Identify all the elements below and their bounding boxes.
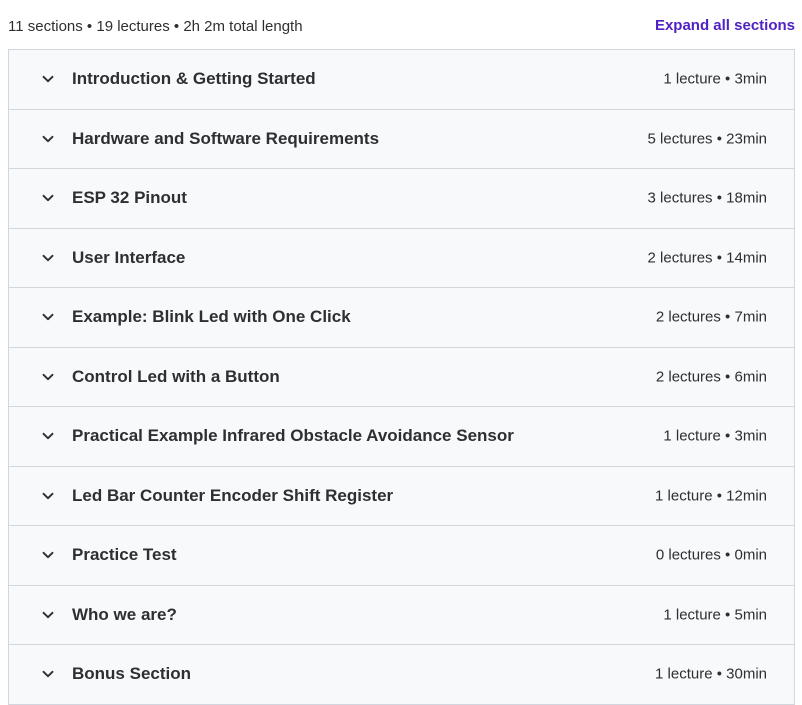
curriculum-summary: 11 sections • 19 lectures • 2h 2m total …	[8, 18, 303, 35]
chevron-down-icon	[41, 489, 55, 503]
section-title: ESP 32 Pinout	[72, 188, 187, 208]
chevron-down-icon	[41, 667, 55, 681]
section-title: Who we are?	[72, 604, 177, 624]
section-title: Hardware and Software Requirements	[72, 128, 380, 148]
chevron-down-icon	[41, 608, 55, 622]
section-row[interactable]: Control Led with a Button 2 lectures • 6…	[9, 347, 794, 407]
section-row[interactable]: ESP 32 Pinout 3 lectures • 18min	[9, 169, 794, 229]
section-title: Practical Example Infrared Obstacle Avoi…	[72, 426, 514, 446]
chevron-down-icon	[41, 548, 55, 562]
chevron-down-icon	[41, 370, 55, 384]
expand-all-sections-button[interactable]: Expand all sections	[655, 17, 795, 34]
section-meta: 1 lecture • 12min	[655, 487, 767, 505]
section-row[interactable]: Practice Test 0 lectures • 0min	[9, 526, 794, 586]
section-title: Introduction & Getting Started	[72, 69, 316, 89]
chevron-down-icon	[41, 191, 55, 205]
section-meta: 2 lectures • 7min	[655, 308, 767, 326]
section-meta: 2 lectures • 14min	[647, 249, 767, 267]
section-meta: 1 lecture • 3min	[663, 70, 767, 88]
chevron-down-icon	[41, 72, 55, 86]
section-title: Bonus Section	[72, 664, 192, 684]
section-row[interactable]: Who we are? 1 lecture • 5min	[9, 585, 794, 645]
section-title: Led Bar Counter Encoder Shift Register	[72, 485, 394, 505]
section-title: Control Led with a Button	[72, 366, 280, 386]
chevron-down-icon	[41, 310, 55, 324]
section-meta: 1 lecture • 30min	[655, 665, 767, 683]
section-row[interactable]: Hardware and Software Requirements 5 lec…	[9, 109, 794, 169]
curriculum-summary-bar: 11 sections • 19 lectures • 2h 2m total …	[0, 0, 802, 49]
chevron-down-icon	[41, 251, 55, 265]
section-meta: 3 lectures • 18min	[647, 189, 767, 207]
section-meta: 2 lectures • 6min	[655, 368, 767, 386]
chevron-down-icon	[41, 429, 55, 443]
section-row[interactable]: Led Bar Counter Encoder Shift Register 1…	[9, 466, 794, 526]
curriculum-section-list: Introduction & Getting Started 1 lecture…	[8, 49, 795, 705]
section-meta: 1 lecture • 5min	[663, 606, 767, 624]
section-row[interactable]: Introduction & Getting Started 1 lecture…	[9, 50, 794, 110]
section-title: Example: Blink Led with One Click	[72, 307, 351, 327]
section-row[interactable]: Bonus Section 1 lecture • 30min	[9, 645, 794, 705]
section-title: Practice Test	[72, 545, 177, 565]
section-row[interactable]: Example: Blink Led with One Click 2 lect…	[9, 288, 794, 348]
chevron-down-icon	[41, 132, 55, 146]
section-meta: 5 lectures • 23min	[647, 130, 767, 148]
section-meta: 1 lecture • 3min	[663, 427, 767, 445]
section-title: User Interface	[72, 247, 186, 267]
section-meta: 0 lectures • 0min	[655, 546, 767, 564]
section-row[interactable]: Practical Example Infrared Obstacle Avoi…	[9, 407, 794, 467]
section-row[interactable]: User Interface 2 lectures • 14min	[9, 228, 794, 288]
